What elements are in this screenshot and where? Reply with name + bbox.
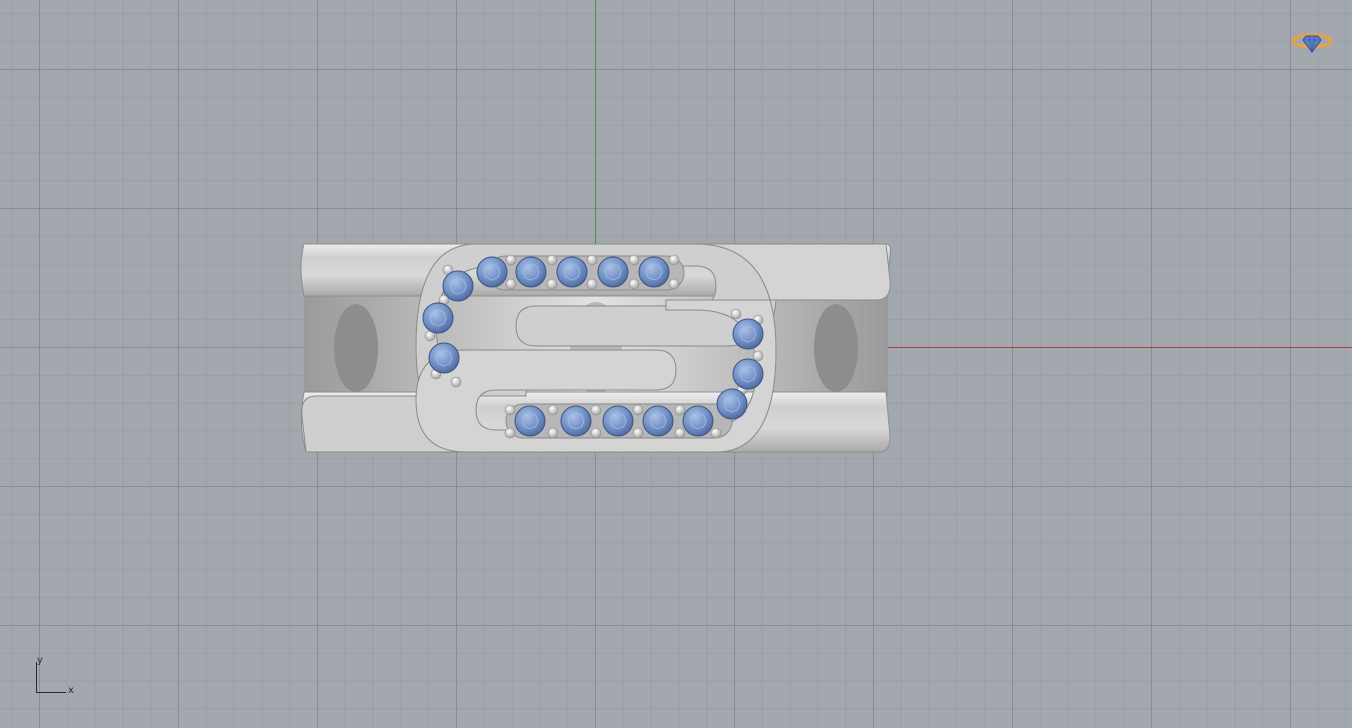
prong <box>668 278 680 290</box>
prong <box>632 427 644 439</box>
prong <box>628 278 640 290</box>
prong <box>547 404 559 416</box>
diamond-icon-part <box>1302 35 1322 53</box>
prong <box>730 308 742 320</box>
gem-stone <box>515 256 547 288</box>
triad-y-label: y <box>37 655 43 666</box>
prong <box>547 427 559 439</box>
gem-stone <box>682 405 714 437</box>
viewport-front[interactable]: y x <box>0 0 1352 728</box>
gem-stone <box>556 256 588 288</box>
prong <box>590 404 602 416</box>
gem-stone <box>422 302 454 334</box>
gem-ring-icon[interactable] <box>1290 28 1334 54</box>
prong <box>752 350 764 362</box>
triad-y-line <box>36 662 37 693</box>
prong <box>505 278 517 290</box>
prong <box>632 404 644 416</box>
prong <box>505 254 517 266</box>
gem-stone <box>476 256 508 288</box>
gem-stone <box>602 405 634 437</box>
gem-stone <box>716 388 748 420</box>
prong <box>710 427 722 439</box>
triad-x-line <box>36 692 66 693</box>
prong <box>590 427 602 439</box>
prong <box>674 427 686 439</box>
prong <box>668 254 680 266</box>
gem-stone <box>638 256 670 288</box>
gem-stone <box>642 405 674 437</box>
gem-stone <box>514 405 546 437</box>
gem-stone <box>560 405 592 437</box>
prong <box>586 254 598 266</box>
gem-stone <box>442 270 474 302</box>
prong <box>628 254 640 266</box>
gem-stone <box>732 358 764 390</box>
ring-model[interactable] <box>296 236 896 460</box>
prong <box>450 376 462 388</box>
gem-stone <box>428 342 460 374</box>
axis-triad: y x <box>30 652 80 696</box>
gem-stone <box>597 256 629 288</box>
gem-stone <box>732 318 764 350</box>
triad-x-label: x <box>68 685 74 696</box>
prong <box>546 254 558 266</box>
prong <box>504 404 516 416</box>
prong <box>586 278 598 290</box>
prong <box>674 404 686 416</box>
prong <box>546 278 558 290</box>
prong <box>504 427 516 439</box>
